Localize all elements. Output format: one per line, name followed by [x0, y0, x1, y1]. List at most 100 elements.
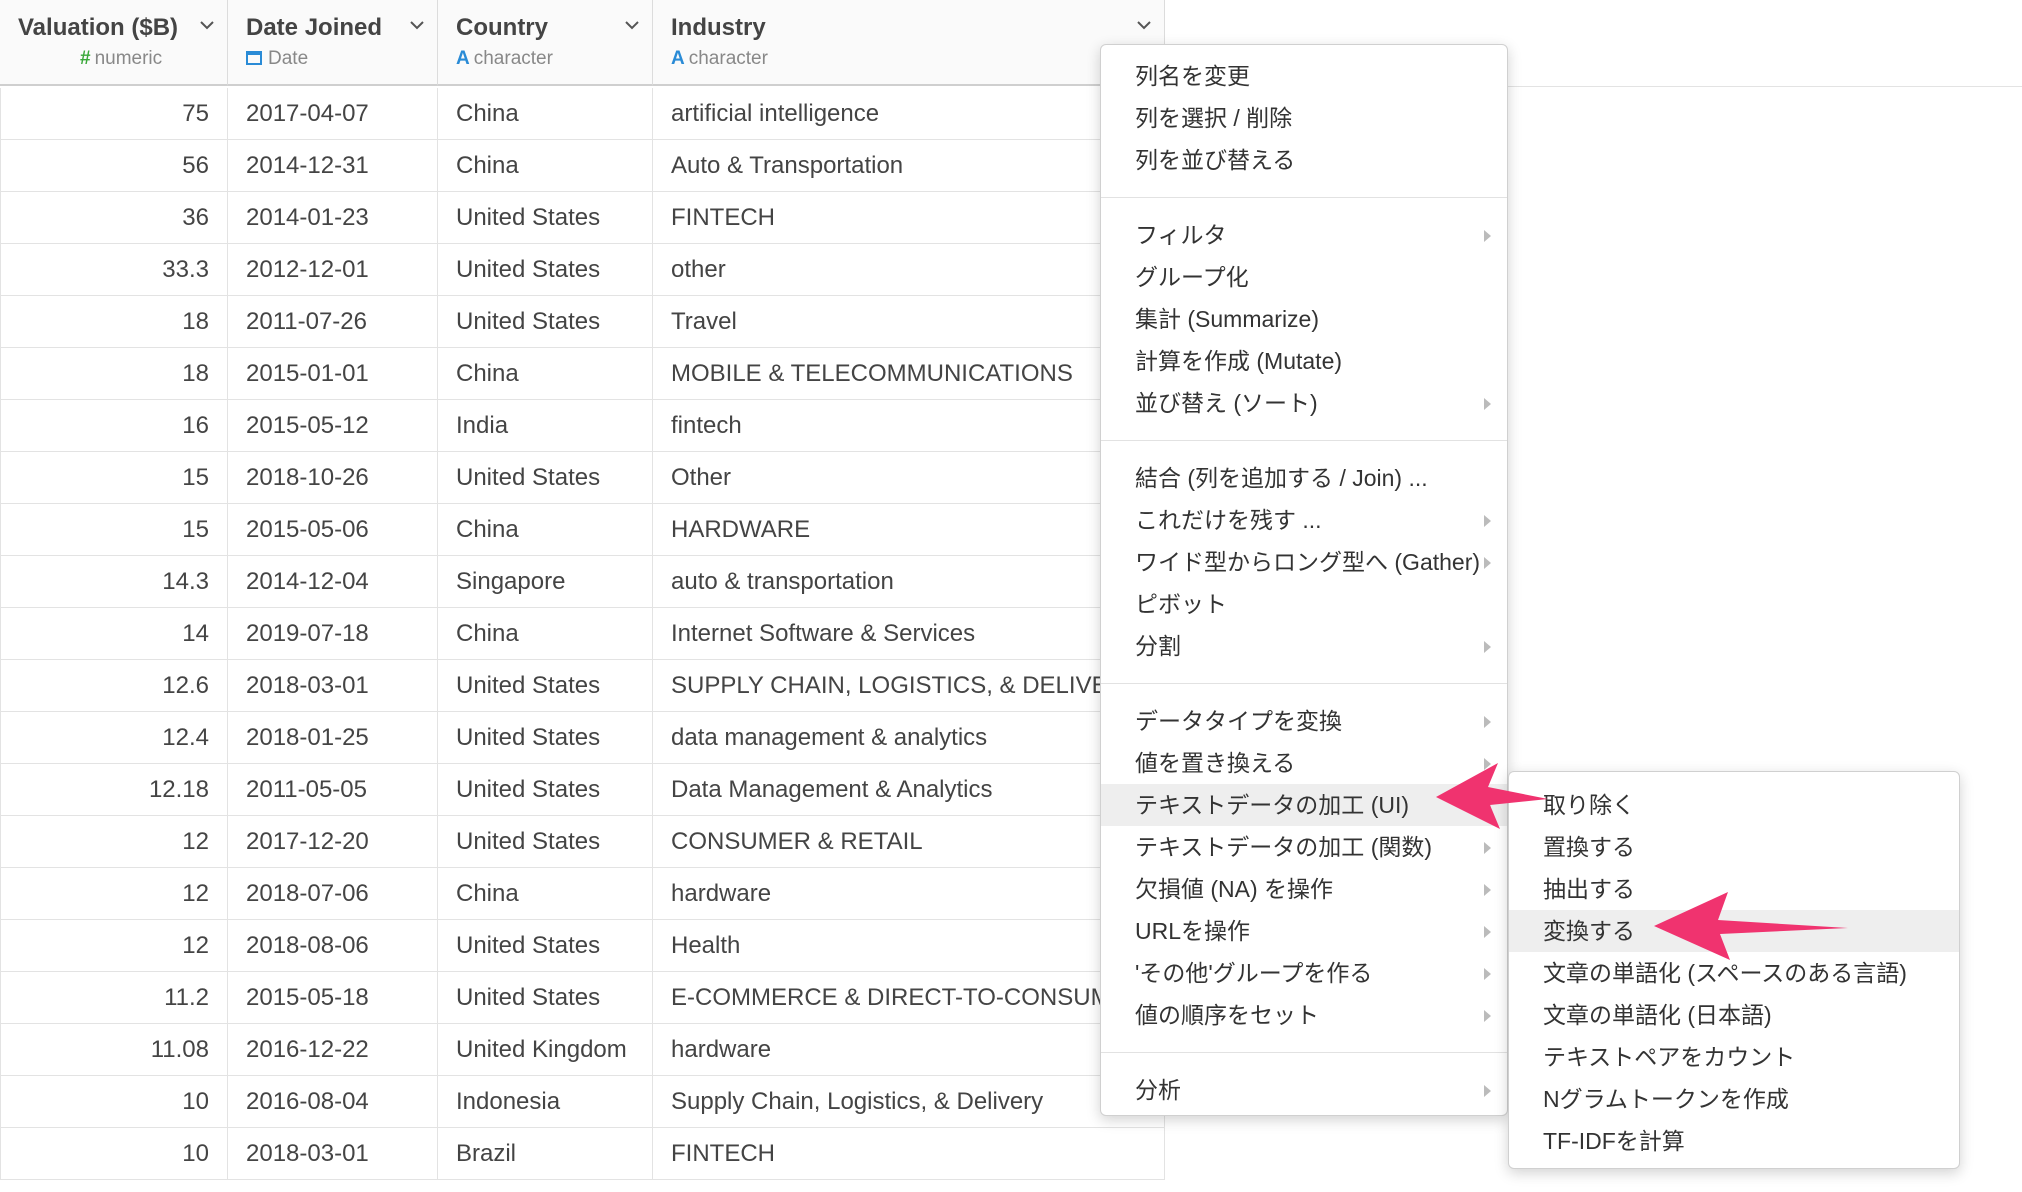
- table-cell[interactable]: Supply Chain, Logistics, & Delivery: [653, 1076, 1165, 1128]
- table-row[interactable]: 12 2018-07-06 China hardware: [0, 868, 1165, 920]
- table-cell[interactable]: Travel: [653, 296, 1165, 348]
- table-cell[interactable]: FINTECH: [653, 1128, 1165, 1180]
- menu-item[interactable]: ピボット: [1101, 583, 1507, 625]
- table-cell[interactable]: 12: [0, 868, 228, 920]
- table-cell[interactable]: FINTECH: [653, 192, 1165, 244]
- table-cell[interactable]: 2015-05-18: [228, 972, 438, 1024]
- table-cell[interactable]: Health: [653, 920, 1165, 972]
- table-row[interactable]: 18 2011-07-26 United States Travel: [0, 296, 1165, 348]
- column-header[interactable]: Country Acharacter: [438, 0, 653, 86]
- chevron-down-icon[interactable]: [409, 18, 424, 32]
- table-cell[interactable]: 2017-12-20: [228, 816, 438, 868]
- table-cell[interactable]: 16: [0, 400, 228, 452]
- submenu-item[interactable]: 取り除く: [1509, 784, 1959, 826]
- table-cell[interactable]: 2015-05-06: [228, 504, 438, 556]
- table-cell[interactable]: 2018-03-01: [228, 660, 438, 712]
- table-row[interactable]: 18 2015-01-01 China MOBILE & TELECOMMUNICAT…: [0, 348, 1165, 400]
- table-cell[interactable]: Auto & Transportation: [653, 140, 1165, 192]
- table-cell[interactable]: 12.4: [0, 712, 228, 764]
- table-cell[interactable]: CONSUMER & RETAIL: [653, 816, 1165, 868]
- table-cell[interactable]: artificial intelligence: [653, 88, 1165, 140]
- table-cell[interactable]: 12.6: [0, 660, 228, 712]
- table-row[interactable]: 15 2018-10-26 United States Other: [0, 452, 1165, 504]
- table-cell[interactable]: fintech: [653, 400, 1165, 452]
- table-row[interactable]: 56 2014-12-31 China Auto & Transportation: [0, 140, 1165, 192]
- table-cell[interactable]: 11.2: [0, 972, 228, 1024]
- table-cell[interactable]: 2011-05-05: [228, 764, 438, 816]
- table-cell[interactable]: 10: [0, 1076, 228, 1128]
- submenu-item[interactable]: 文章の単語化 (日本語): [1509, 994, 1959, 1036]
- table-row[interactable]: 14.3 2014-12-04 Singapore auto & transporta…: [0, 556, 1165, 608]
- table-cell[interactable]: Indonesia: [438, 1076, 653, 1128]
- table-cell[interactable]: 56: [0, 140, 228, 192]
- table-cell[interactable]: 15: [0, 452, 228, 504]
- table-cell[interactable]: Brazil: [438, 1128, 653, 1180]
- menu-item[interactable]: 値の順序をセット: [1101, 994, 1507, 1036]
- table-cell[interactable]: 18: [0, 296, 228, 348]
- table-cell[interactable]: 18: [0, 348, 228, 400]
- table-cell[interactable]: 2014-12-04: [228, 556, 438, 608]
- table-cell[interactable]: 14.3: [0, 556, 228, 608]
- table-cell[interactable]: 2017-04-07: [228, 88, 438, 140]
- table-row[interactable]: 12 2017-12-20 United States CONSUMER & RETA…: [0, 816, 1165, 868]
- table-cell[interactable]: Other: [653, 452, 1165, 504]
- submenu-item[interactable]: Nグラムトークンを作成: [1509, 1078, 1959, 1120]
- table-cell[interactable]: E-COMMERCE & DIRECT-TO-CONSUM: [653, 972, 1165, 1024]
- table-cell[interactable]: 12: [0, 816, 228, 868]
- chevron-down-icon[interactable]: [624, 18, 639, 32]
- table-cell[interactable]: United States: [438, 972, 653, 1024]
- table-cell[interactable]: China: [438, 868, 653, 920]
- table-cell[interactable]: 2014-12-31: [228, 140, 438, 192]
- chevron-down-icon[interactable]: [1136, 18, 1151, 32]
- table-cell[interactable]: China: [438, 140, 653, 192]
- menu-item[interactable]: 並び替え (ソート): [1101, 382, 1507, 424]
- column-header[interactable]: Valuation ($B) # numeric: [0, 0, 228, 86]
- table-cell[interactable]: SUPPLY CHAIN, LOGISTICS, & DELIVE: [653, 660, 1165, 712]
- menu-item[interactable]: フィルタ: [1101, 214, 1507, 256]
- table-cell[interactable]: China: [438, 608, 653, 660]
- table-cell[interactable]: India: [438, 400, 653, 452]
- table-cell[interactable]: 2015-01-01: [228, 348, 438, 400]
- menu-item[interactable]: URLを操作: [1101, 910, 1507, 952]
- table-cell[interactable]: Singapore: [438, 556, 653, 608]
- table-cell[interactable]: 2016-08-04: [228, 1076, 438, 1128]
- column-header[interactable]: Industry Acharacter: [653, 0, 1165, 86]
- menu-item[interactable]: 分析: [1101, 1069, 1507, 1111]
- table-row[interactable]: 10 2016-08-04 Indonesia Supply Chain, Logis…: [0, 1076, 1165, 1128]
- table-row[interactable]: 36 2014-01-23 United States FINTECH: [0, 192, 1165, 244]
- table-cell[interactable]: 33.3: [0, 244, 228, 296]
- table-cell[interactable]: United States: [438, 296, 653, 348]
- table-cell[interactable]: China: [438, 88, 653, 140]
- table-row[interactable]: 15 2015-05-06 China HARDWARE: [0, 504, 1165, 556]
- table-cell[interactable]: 10: [0, 1128, 228, 1180]
- menu-item[interactable]: 列を並び替える: [1101, 139, 1507, 181]
- table-cell[interactable]: 2018-10-26: [228, 452, 438, 504]
- table-cell[interactable]: hardware: [653, 868, 1165, 920]
- table-cell[interactable]: United States: [438, 920, 653, 972]
- table-cell[interactable]: 2015-05-12: [228, 400, 438, 452]
- submenu-item[interactable]: テキストペアをカウント: [1509, 1036, 1959, 1078]
- menu-item[interactable]: 集計 (Summarize): [1101, 298, 1507, 340]
- submenu-item[interactable]: TF-IDFを計算: [1509, 1120, 1959, 1162]
- table-cell[interactable]: United States: [438, 452, 653, 504]
- table-cell[interactable]: 2018-08-06: [228, 920, 438, 972]
- table-cell[interactable]: China: [438, 348, 653, 400]
- table-cell[interactable]: United States: [438, 712, 653, 764]
- table-cell[interactable]: 2018-03-01: [228, 1128, 438, 1180]
- column-header[interactable]: Date Joined Date: [228, 0, 438, 86]
- menu-item[interactable]: 分割: [1101, 625, 1507, 667]
- table-row[interactable]: 12.6 2018-03-01 United States SUPPLY CHAIN,…: [0, 660, 1165, 712]
- table-cell[interactable]: 2012-12-01: [228, 244, 438, 296]
- table-cell[interactable]: data management & analytics: [653, 712, 1165, 764]
- menu-item[interactable]: 結合 (列を追加する / Join) ...: [1101, 457, 1507, 499]
- table-cell[interactable]: China: [438, 504, 653, 556]
- table-row[interactable]: 11.08 2016-12-22 United Kingdom hardware: [0, 1024, 1165, 1076]
- table-cell[interactable]: 2019-07-18: [228, 608, 438, 660]
- table-cell[interactable]: 75: [0, 88, 228, 140]
- table-row[interactable]: 10 2018-03-01 Brazil FINTECH: [0, 1128, 1165, 1180]
- table-row[interactable]: 12 2018-08-06 United States Health: [0, 920, 1165, 972]
- menu-item[interactable]: 欠損値 (NA) を操作: [1101, 868, 1507, 910]
- menu-item[interactable]: ワイド型からロング型へ (Gather): [1101, 541, 1507, 583]
- menu-item[interactable]: グループ化: [1101, 256, 1507, 298]
- table-cell[interactable]: 2018-01-25: [228, 712, 438, 764]
